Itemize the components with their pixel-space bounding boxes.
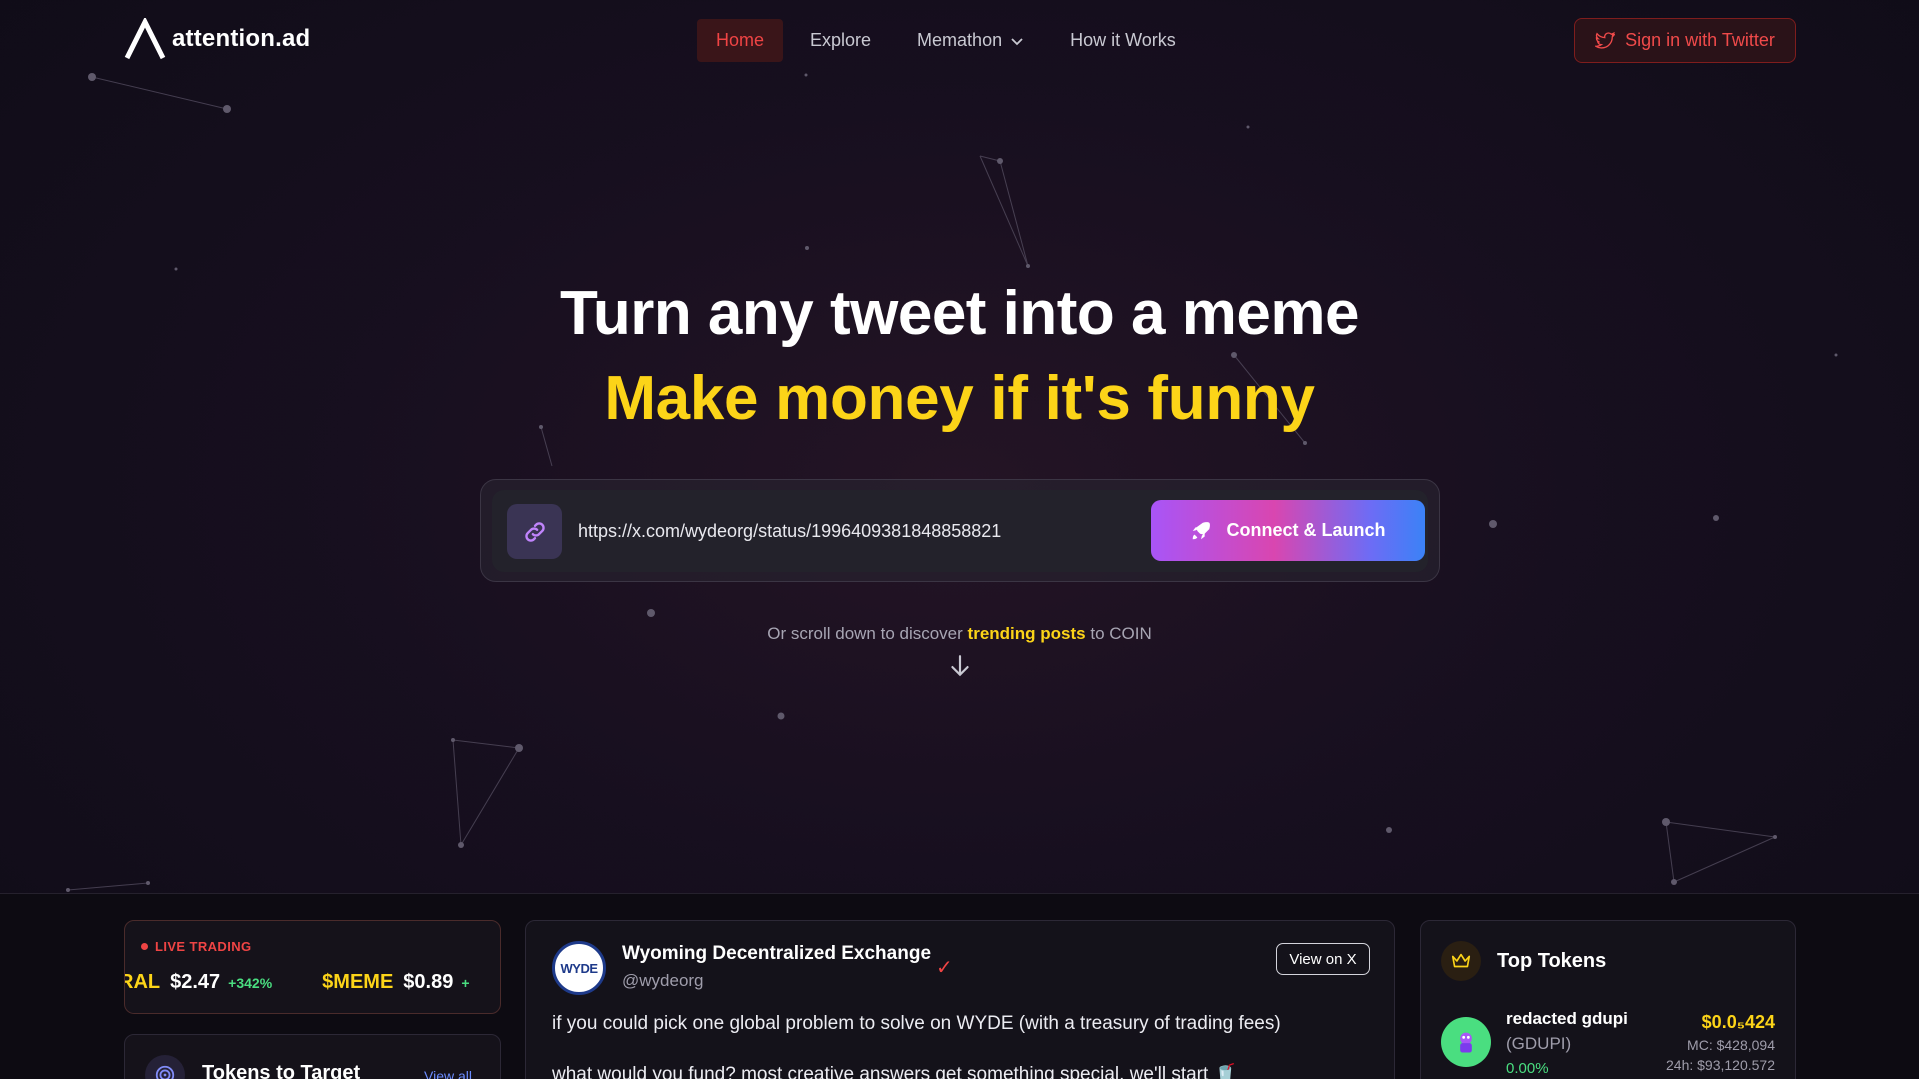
trending-posts-link[interactable]: trending posts [968,624,1086,643]
chevron-down-icon [1011,37,1023,45]
arrow-down-icon[interactable] [947,653,973,679]
launch-label: Connect & Launch [1226,520,1386,540]
brand-name: attention.ad [172,25,311,52]
token-price: $0.0₅424 [1701,1012,1775,1032]
nav-item-label: Home [716,30,765,50]
token-symbol: (GDUPI) [1506,1034,1572,1053]
live-trading-ticker: LIVE TRADING RAL $2.47 +342% $MEME $0.89 + [124,920,501,1014]
avatar[interactable]: WYDE [552,941,606,995]
link-icon [524,521,545,542]
token-volume: 24h: $93,120.572 [1666,1057,1775,1073]
nav-item-memathon[interactable]: Memathon [898,19,1043,62]
ticker-symbol: RAL [125,971,161,993]
main-menu: Home Explore Memathon How it Works [697,19,1195,62]
top-tokens-title: Top Tokens [1497,950,1607,972]
ticker-change: +342% [228,975,273,991]
targets-title: Tokens to Target [202,1062,361,1079]
sign-in-twitter-button[interactable]: Sign in with Twitter [1574,18,1796,63]
hint-text-end: to COIN [1090,624,1152,643]
token-market-cap: MC: $428,094 [1687,1037,1775,1053]
brand-logo[interactable]: attention.ad [124,18,310,60]
twitter-bird-icon [1595,31,1616,49]
connect-launch-button[interactable]: Connect & Launch [1151,500,1425,561]
scroll-hint: Or scroll down to discover trending post… [0,624,1919,644]
token-change: 0.00% [1506,1060,1549,1077]
tweet-author-handle[interactable]: @wydeorg [622,971,704,991]
ticker-symbol: $MEME [322,971,394,993]
nav-item-label: Memathon [917,30,1003,50]
tweet-launch-form: Connect & Launch [480,479,1440,582]
hint-text: Or scroll down to discover [767,624,963,643]
tweet-url-input[interactable] [578,512,1098,550]
hero-title: Turn any tweet into a meme [560,279,1359,348]
target-icon [155,1065,175,1079]
rocket-icon [1193,521,1211,539]
tweet-author-name[interactable]: Wyoming Decentralized Exchange [622,943,931,965]
ticker-price: $0.89 [403,971,454,993]
token-name: redacted gdupi [1506,1009,1628,1028]
ticker-item[interactable]: $MEME $0.89 + [322,971,469,994]
nav-item-label: Explore [810,30,872,50]
link-icon-box [507,504,562,559]
live-trading-label: LIVE TRADING [141,939,252,954]
hero-subtitle: Make money if it's funny [604,364,1315,433]
token-mascot-icon [1460,1032,1472,1053]
nav-item-label: How it Works [1070,30,1176,50]
avatar-text: WYDE [560,960,599,976]
view-on-x-button[interactable]: View on X [1276,943,1370,975]
target-icon-box [145,1055,185,1079]
token-avatar [1441,1017,1491,1067]
ticker-item[interactable]: RAL $2.47 +342% [125,971,273,994]
live-label-text: LIVE TRADING [155,939,252,954]
top-tokens-card: Top Tokens redacted gdupi (GDUPI) 0.00% … [1420,920,1796,1079]
nav-item-explore[interactable]: Explore [791,19,890,62]
ticker-change: + [461,975,470,991]
launch-input-bar: Connect & Launch [492,490,1428,572]
ticker-row: RAL $2.47 +342% $MEME $0.89 + [125,971,470,994]
sign-in-label: Sign in with Twitter [1625,30,1775,50]
tweet-text: if you could pick one global problem to … [552,1013,1281,1034]
view-all-link[interactable]: View all [424,1068,472,1079]
ticker-price: $2.47 [170,971,221,993]
nav-item-home[interactable]: Home [697,19,784,62]
tokens-to-target-card: Tokens to Target View all [124,1034,501,1079]
constellation-background [66,73,1838,892]
live-dot-icon [141,943,148,950]
tweet-text-second: what would you fund? most creative answe… [552,1064,1238,1079]
nav-item-how-it-works[interactable]: How it Works [1051,19,1195,62]
crown-icon [1451,953,1471,968]
logo-mark-icon [124,18,166,60]
crown-icon-box [1441,941,1481,981]
tweet-card[interactable]: WYDE Wyoming Decentralized Exchange ✓ @w… [525,920,1395,1079]
section-divider [0,893,1919,894]
verified-check-icon: ✓ [936,957,953,979]
top-nav: attention.ad Home Explore Memathon How i… [0,0,1919,80]
